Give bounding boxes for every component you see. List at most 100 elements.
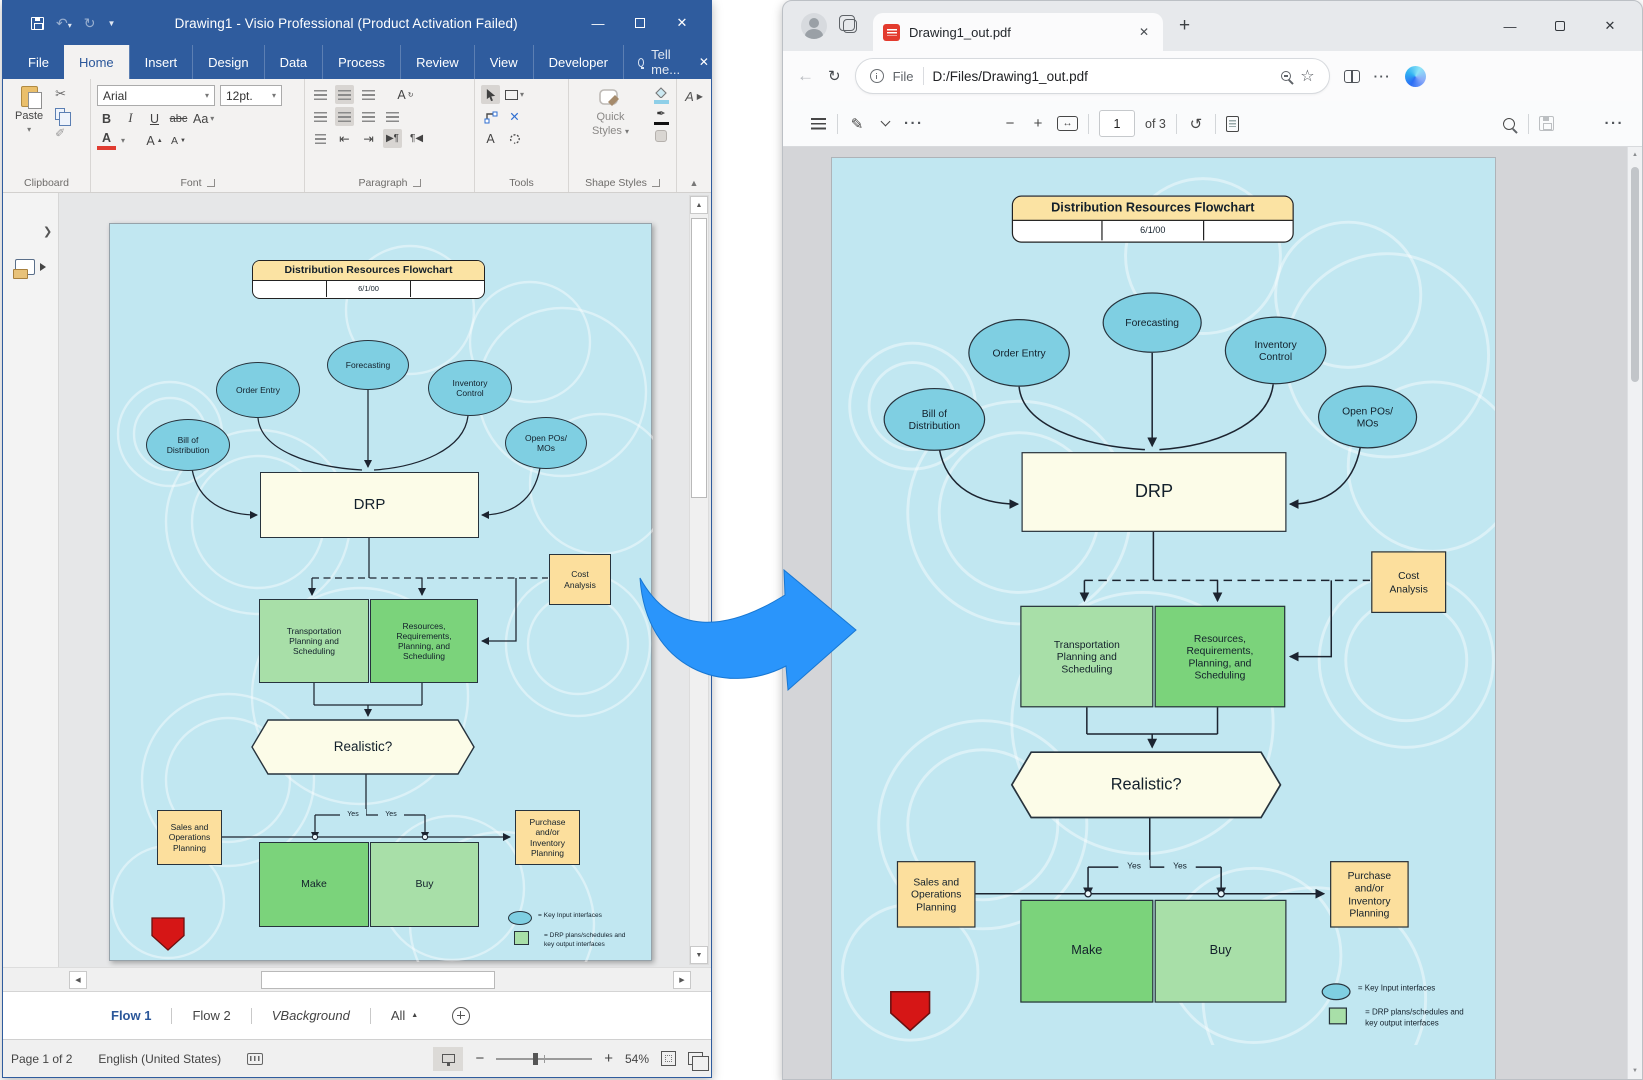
- shape-fill-button[interactable]: [652, 86, 670, 104]
- split-screen-icon[interactable]: [1344, 70, 1360, 83]
- vertical-scroll-thumb[interactable]: [691, 218, 707, 498]
- flow-stop-marker[interactable]: [152, 918, 184, 950]
- pdf-more-icon[interactable]: ···: [1605, 115, 1625, 132]
- zoom-slider-thumb[interactable]: [533, 1053, 538, 1065]
- pointer-tool-icon[interactable]: [481, 85, 500, 104]
- close-ribbon-icon[interactable]: ✕: [697, 45, 711, 79]
- justify-icon[interactable]: [383, 107, 402, 126]
- zoom-level[interactable]: 54%: [625, 1052, 649, 1066]
- switch-windows-icon[interactable]: [688, 1052, 703, 1065]
- address-pill[interactable]: File D:/Files/Drawing1_out.pdf ☆: [855, 58, 1330, 94]
- zoom-in-icon[interactable]: +: [604, 1050, 613, 1067]
- quick-styles-button[interactable]: Quick Styles ▾: [575, 84, 646, 174]
- annotate-more-icon[interactable]: ···: [904, 115, 924, 132]
- workspaces-icon[interactable]: [843, 19, 857, 33]
- shape-line-button[interactable]: ✒: [652, 109, 670, 126]
- shape-effects-button[interactable]: [652, 130, 670, 142]
- profile-avatar[interactable]: [801, 13, 827, 39]
- align-bottom-icon[interactable]: [359, 85, 378, 104]
- flow-order-entry[interactable]: Order Entry: [216, 362, 300, 418]
- text-tool-icon[interactable]: A: [481, 129, 500, 148]
- pdf-scroll-thumb[interactable]: [1631, 167, 1639, 382]
- flow-purchase-inventory[interactable]: Purchase and/or Inventory Planning: [515, 810, 580, 865]
- text-direction-rtl-icon[interactable]: ¶◀: [407, 129, 426, 148]
- expand-shapes-icon[interactable]: ❯: [43, 225, 52, 238]
- flow-sales-and-operations[interactable]: Sales and Operations Planning: [157, 810, 222, 865]
- rotate-icon[interactable]: ↺: [1187, 115, 1205, 133]
- edge-close-button[interactable]: ✕: [1588, 10, 1632, 42]
- copy-icon[interactable]: [55, 108, 65, 120]
- edge-maximize-button[interactable]: [1538, 10, 1582, 42]
- tab-developer[interactable]: Developer: [533, 45, 623, 79]
- redo-icon[interactable]: ↻: [84, 16, 96, 30]
- flow-inventory-control[interactable]: Inventory Control: [428, 360, 512, 416]
- align-right-icon[interactable]: [359, 107, 378, 126]
- text-direction-ltr-icon[interactable]: ▶¶: [383, 129, 402, 148]
- font-color-caret[interactable]: ▾: [121, 136, 125, 145]
- horizontal-scroll-thumb[interactable]: [261, 971, 495, 989]
- stencil-icon[interactable]: [15, 259, 35, 275]
- connection-point-icon[interactable]: ✕: [505, 107, 524, 126]
- decrease-indent-icon[interactable]: ⇤: [335, 129, 354, 148]
- macro-record-icon[interactable]: [247, 1053, 263, 1065]
- tell-me-box[interactable]: Tell me...: [623, 45, 697, 79]
- flow-connector[interactable]: [374, 416, 468, 470]
- minimize-button[interactable]: —: [577, 8, 619, 38]
- tab-design[interactable]: Design: [192, 45, 263, 79]
- flow-realistic[interactable]: Realistic?: [252, 720, 474, 774]
- pdf-zoom-out-icon[interactable]: −: [1001, 115, 1019, 132]
- presentation-mode-icon[interactable]: [433, 1047, 463, 1071]
- arrange-overflow-icon[interactable]: A▶: [685, 89, 703, 104]
- fit-page-icon[interactable]: [661, 1051, 676, 1066]
- strikethrough-button[interactable]: abc: [169, 109, 188, 128]
- cut-icon[interactable]: ✂: [55, 86, 66, 102]
- bold-button[interactable]: B: [97, 109, 116, 128]
- rectangle-tool-icon[interactable]: ▾: [505, 85, 524, 104]
- flow-connector[interactable]: [482, 578, 516, 641]
- scroll-right-icon[interactable]: ▶: [673, 971, 691, 989]
- font-dialog-launcher-icon[interactable]: [207, 179, 215, 187]
- align-middle-icon[interactable]: [335, 85, 354, 104]
- zoom-search-icon[interactable]: [1281, 71, 1291, 81]
- shrink-font-button[interactable]: A▼: [169, 131, 188, 150]
- font-color-button[interactable]: A: [97, 131, 116, 150]
- align-left-icon[interactable]: [311, 107, 330, 126]
- tab-insert[interactable]: Insert: [129, 45, 193, 79]
- zoom-out-icon[interactable]: −: [475, 1050, 484, 1067]
- italic-button[interactable]: I: [121, 109, 140, 128]
- fit-width-icon[interactable]: ↔: [1057, 116, 1078, 131]
- maximize-button[interactable]: [619, 8, 661, 38]
- pdf-scroll-down-icon[interactable]: ▼: [1628, 1063, 1642, 1079]
- zoom-slider[interactable]: [496, 1058, 592, 1060]
- scroll-down-icon[interactable]: ▼: [690, 946, 708, 964]
- flow-bill-of-distribution[interactable]: Bill of Distribution: [146, 419, 230, 471]
- copilot-icon[interactable]: [1405, 66, 1426, 87]
- change-case-button[interactable]: Aa▾: [193, 109, 214, 128]
- back-icon[interactable]: ←: [797, 66, 814, 86]
- format-painter-icon[interactable]: ✐: [55, 126, 66, 140]
- draw-caret-icon[interactable]: [876, 122, 894, 125]
- refresh-icon[interactable]: ↻: [828, 67, 841, 85]
- paragraph-dialog-launcher-icon[interactable]: [413, 179, 421, 187]
- status-language[interactable]: English (United States): [98, 1052, 221, 1066]
- page-tab-vbackground[interactable]: VBackground: [252, 1008, 370, 1023]
- tab-home[interactable]: Home: [64, 45, 129, 79]
- font-size-select[interactable]: 12pt.▾: [220, 85, 282, 106]
- collapse-ribbon-icon[interactable]: ▲: [690, 178, 699, 188]
- flow-transportation-planning[interactable]: Transportation Planning and Scheduling: [259, 599, 369, 683]
- pdf-save-icon[interactable]: [1539, 116, 1554, 131]
- tab-view[interactable]: View: [474, 45, 533, 79]
- settings-more-icon[interactable]: ···: [1374, 69, 1392, 84]
- grow-font-button[interactable]: A▲: [145, 131, 164, 150]
- freeform-tool-icon[interactable]: [505, 129, 524, 148]
- font-name-select[interactable]: Arial▾: [97, 85, 215, 106]
- increase-indent-icon[interactable]: ⇥: [359, 129, 378, 148]
- shape-styles-dialog-launcher-icon[interactable]: [652, 179, 660, 187]
- browser-tab[interactable]: Drawing1_out.pdf ✕: [873, 13, 1163, 51]
- tab-process[interactable]: Process: [322, 45, 400, 79]
- align-top-icon[interactable]: [311, 85, 330, 104]
- draw-icon[interactable]: ✎: [848, 115, 866, 133]
- flow-drp[interactable]: DRP: [260, 472, 479, 538]
- horizontal-scrollbar[interactable]: ◀ ▶: [3, 967, 711, 991]
- page-tab-flow2[interactable]: Flow 2: [172, 1008, 250, 1023]
